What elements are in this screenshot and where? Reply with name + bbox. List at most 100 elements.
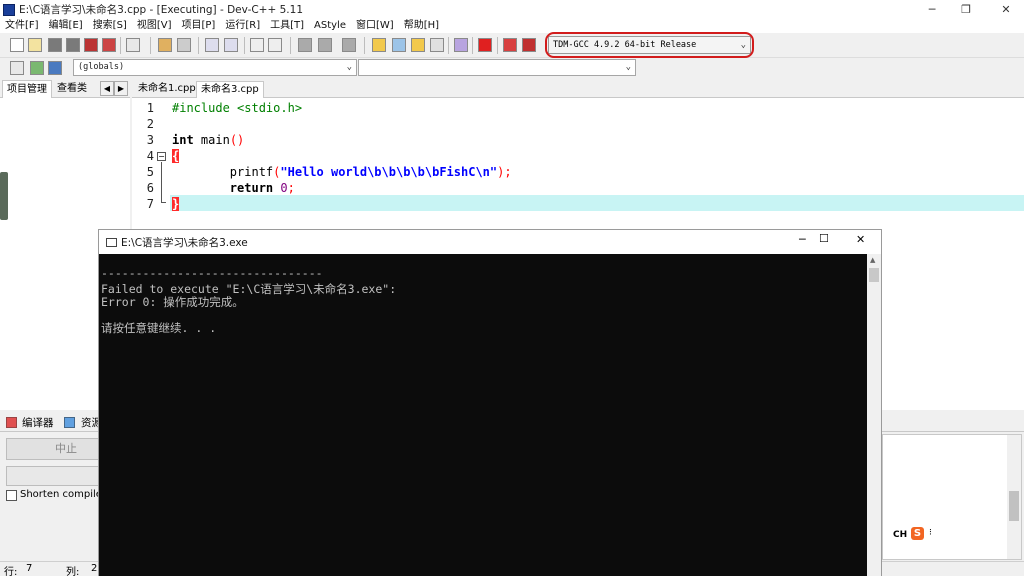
row-label: 行:: [4, 567, 18, 576]
fold-collapse-icon[interactable]: −: [157, 152, 166, 161]
save-all-icon[interactable]: [66, 38, 80, 52]
menu-astyle[interactable]: AStyle: [309, 19, 351, 33]
new-file-icon[interactable]: [10, 38, 24, 52]
profile-chart-icon[interactable]: [503, 38, 517, 52]
scroll-up-icon[interactable]: ▲: [870, 256, 875, 264]
minimize-button[interactable]: ─: [915, 0, 949, 19]
menu-run[interactable]: 运行[R]: [220, 19, 265, 33]
code-line: int main(): [172, 133, 244, 147]
insert-icon[interactable]: [10, 61, 24, 75]
menu-edit[interactable]: 编辑[E]: [44, 19, 88, 33]
code-token: 0: [273, 181, 288, 195]
console-title-bar: E:\C语言学习\未命名3.exe ─ ☐ ✕: [99, 230, 881, 254]
console-scrollbar[interactable]: ▲: [867, 254, 881, 576]
ime-logo-icon[interactable]: S: [911, 527, 924, 540]
annotation-highlight-ellipse: [545, 32, 754, 58]
find-icon[interactable]: [205, 38, 219, 52]
scope-combo[interactable]: (globals) ⌄: [73, 59, 357, 76]
open-file-icon[interactable]: [28, 38, 42, 52]
close-button[interactable]: ✕: [989, 0, 1023, 19]
menu-file[interactable]: 文件[F]: [0, 19, 44, 33]
menu-tools[interactable]: 工具[T]: [265, 19, 309, 33]
line-number: 5: [146, 165, 154, 179]
resources-tab-icon: [64, 417, 75, 428]
tab-file-3[interactable]: 未命名3.cpp: [196, 81, 264, 98]
code-token: #include <stdio.h>: [172, 101, 303, 115]
maximize-button[interactable]: ❐: [949, 0, 983, 19]
ime-indicator[interactable]: CH: [893, 530, 907, 540]
member-combo[interactable]: ⌄: [358, 59, 636, 76]
scrollbar-thumb[interactable]: [869, 268, 879, 282]
console-line: 请按任意键继续. . .: [101, 321, 217, 335]
toolbar-separator: [448, 37, 449, 54]
close-file-icon[interactable]: [84, 38, 98, 52]
editor-tabs: 未命名1.cpp 未命名3.cpp: [132, 80, 1024, 98]
add-to-project-icon[interactable]: [298, 38, 312, 52]
line-number: 2: [146, 117, 154, 131]
shorten-paths-checkbox[interactable]: [6, 490, 17, 501]
console-line: Error 0: 操作成功完成。: [101, 295, 244, 309]
window-title: E:\C语言学习\未命名3.cpp - [Executing] - Dev-C+…: [19, 4, 303, 16]
menu-project[interactable]: 项目[P]: [177, 19, 221, 33]
replace-icon[interactable]: [224, 38, 238, 52]
goto-line-icon[interactable]: [250, 38, 264, 52]
ime-settings-icon[interactable]: ⁝: [929, 528, 932, 538]
tab-class-browser[interactable]: 查看类: [53, 80, 91, 98]
goto-bookmark-icon[interactable]: [48, 61, 62, 75]
menu-help[interactable]: 帮助[H]: [399, 19, 444, 33]
toggle-bookmark-icon[interactable]: [30, 61, 44, 75]
remove-from-project-icon[interactable]: [318, 38, 332, 52]
scrollbar-thumb[interactable]: [1009, 491, 1019, 521]
tab-scroll-left-icon[interactable]: ◀: [100, 81, 114, 96]
code-token: "Hello world\b\b\b\b\bFishC\n": [280, 165, 498, 179]
devcpp-window: E:\C语言学习\未命名3.cpp - [Executing] - Dev-C+…: [0, 0, 1024, 576]
chevron-down-icon: ⌄: [346, 62, 352, 72]
col-label: 列:: [66, 567, 80, 576]
console-close-button[interactable]: ✕: [856, 233, 865, 246]
undo-icon[interactable]: [158, 38, 172, 52]
left-pane-tabs: 项目管理 查看类 ◀ ▶: [0, 80, 130, 98]
toolbar-separator: [150, 37, 151, 54]
menu-view[interactable]: 视图[V]: [132, 19, 177, 33]
code-token: return: [172, 181, 274, 195]
row-value: 7: [26, 563, 33, 574]
toolbar-separator: [364, 37, 365, 54]
current-line-highlight: [170, 195, 1024, 211]
compiler-tab-icon: [6, 417, 17, 428]
log-scrollbar[interactable]: [1007, 435, 1021, 559]
indent-icon[interactable]: [268, 38, 282, 52]
code-token: int: [172, 133, 194, 147]
console-output[interactable]: -------------------------------- Failed …: [99, 254, 867, 576]
console-maximize-button[interactable]: ☐: [819, 232, 829, 245]
code-line: }: [172, 197, 180, 211]
menu-search[interactable]: 搜索[S]: [88, 19, 132, 33]
tab-file-1[interactable]: 未命名1.cpp: [134, 81, 200, 98]
close-all-icon[interactable]: [102, 38, 116, 52]
syntax-check-icon[interactable]: [454, 38, 468, 52]
title-bar: E:\C语言学习\未命名3.cpp - [Executing] - Dev-C+…: [0, 0, 1024, 19]
console-minimize-button[interactable]: ─: [799, 233, 806, 246]
compile-log-panel: CH S ⁝: [882, 434, 1022, 560]
save-icon[interactable]: [48, 38, 62, 52]
project-options-icon[interactable]: [342, 38, 356, 52]
side-dock-handle[interactable]: [0, 172, 8, 220]
secondary-toolbar: (globals) ⌄ ⌄: [0, 58, 1024, 79]
console-window[interactable]: E:\C语言学习\未命名3.exe ─ ☐ ✕ ----------------…: [98, 229, 882, 576]
tab-scroll-right-icon[interactable]: ▶: [114, 81, 128, 96]
debug-icon[interactable]: [522, 38, 536, 52]
print-icon[interactable]: [126, 38, 140, 52]
rebuild-all-icon[interactable]: [430, 38, 444, 52]
code-token: printf: [172, 165, 274, 179]
compile-run-icon[interactable]: [411, 38, 425, 52]
tab-project-manager[interactable]: 项目管理: [2, 80, 52, 98]
redo-icon[interactable]: [177, 38, 191, 52]
compile-icon[interactable]: [372, 38, 386, 52]
run-icon[interactable]: [392, 38, 406, 52]
menu-window[interactable]: 窗口[W]: [351, 19, 399, 33]
tab-compiler[interactable]: 编译器: [22, 415, 54, 430]
code-token: );: [497, 165, 512, 179]
stop-execution-icon[interactable]: [478, 38, 492, 52]
fold-end: [161, 202, 166, 203]
fold-line: [161, 162, 162, 202]
toolbar-separator: [120, 37, 121, 54]
